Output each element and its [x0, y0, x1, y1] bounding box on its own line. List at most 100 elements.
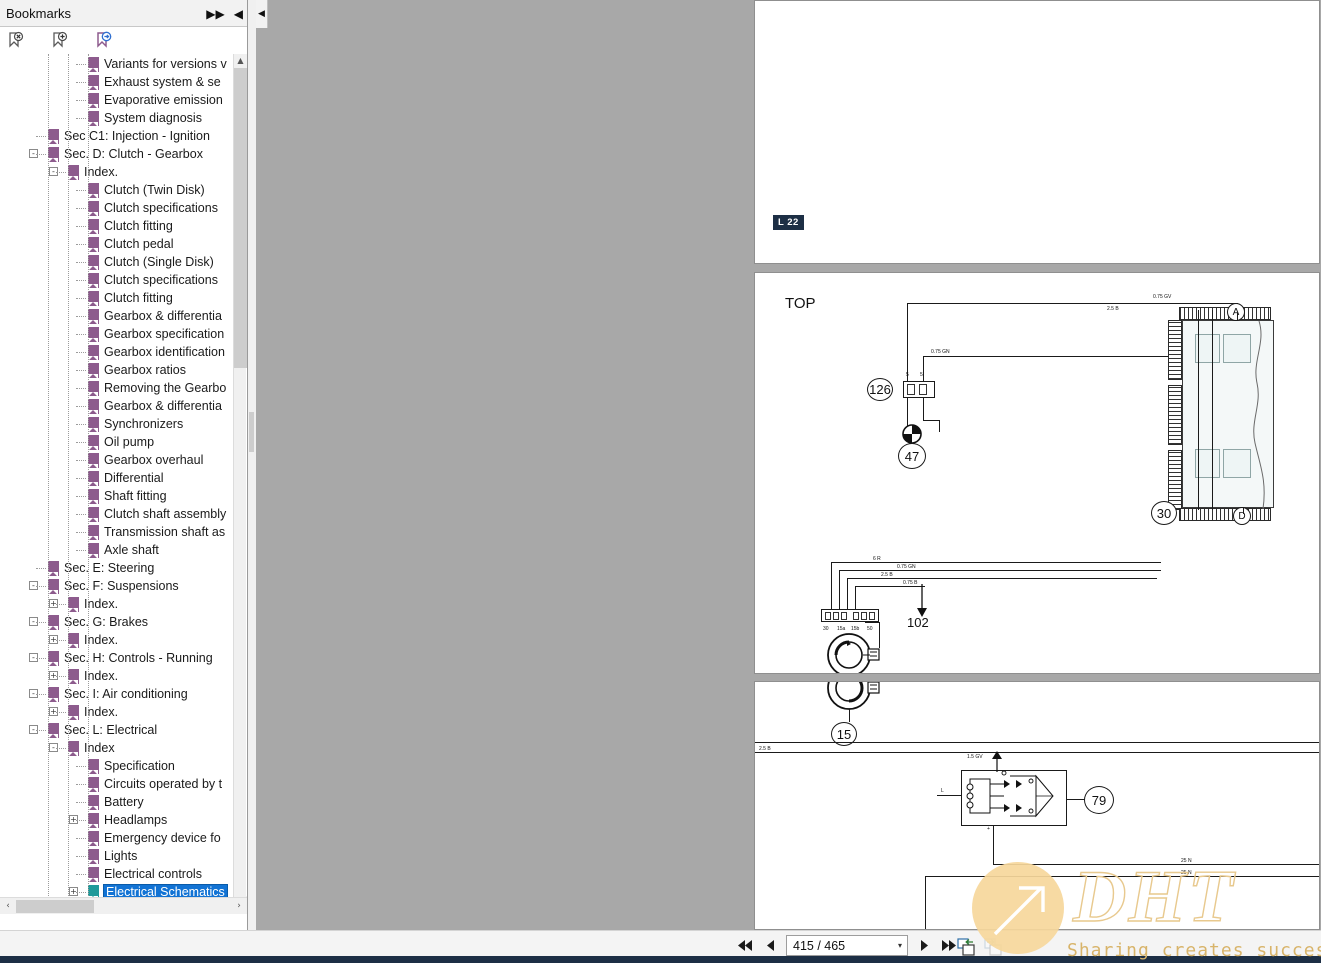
goto-bookmark-icon[interactable]	[94, 30, 114, 50]
previous-view-icon[interactable]	[957, 938, 976, 956]
bookmark-tree-item[interactable]: Transmission shaft as	[0, 523, 234, 541]
panel-splitter[interactable]	[248, 0, 256, 930]
chevron-down-icon[interactable]: ▾	[898, 941, 902, 950]
last-page-button[interactable]	[940, 936, 958, 956]
bookmark-tree-item[interactable]: Gearbox specification	[0, 325, 234, 343]
bookmark-tree-item[interactable]: Shaft fitting	[0, 487, 234, 505]
scroll-right-icon[interactable]: ›	[231, 898, 247, 915]
tree-connector-line	[76, 820, 86, 821]
bookmark-tree-item[interactable]: Electrical controls	[0, 865, 234, 883]
bookmark-tree-item[interactable]: Gearbox overhaul	[0, 451, 234, 469]
tree-connector-line	[36, 586, 46, 587]
wire-label: 0.75 GN	[931, 349, 950, 355]
scroll-up-icon[interactable]: ▲	[234, 54, 247, 68]
bookmark-tree-item[interactable]: + Index.	[0, 703, 234, 721]
bookmark-item-label: Evaporative emission	[104, 93, 223, 107]
bookmark-tree-item[interactable]: - Sec. D: Clutch - Gearbox	[0, 145, 234, 163]
bookmark-tree-item[interactable]: - Sec. H: Controls - Running	[0, 649, 234, 667]
page-number-combobox[interactable]: 415 / 465 ▾	[786, 935, 908, 956]
bookmark-tree-item[interactable]: Lights	[0, 847, 234, 865]
tree-guide-line	[88, 54, 89, 910]
vertical-scroll-thumb[interactable]	[234, 68, 247, 368]
bookmark-tree-item[interactable]: Clutch fitting	[0, 217, 234, 235]
wire-segment	[1237, 313, 1238, 320]
bookmark-tree-item[interactable]: Variants for versions v	[0, 55, 234, 73]
bookmark-tree-item[interactable]: Axle shaft	[0, 541, 234, 559]
wire-label: 25 N	[1181, 870, 1192, 876]
bookmark-tree-item[interactable]: Removing the Gearbo	[0, 379, 234, 397]
bookmark-flag-icon	[48, 147, 59, 163]
scroll-left-icon[interactable]: ‹	[0, 898, 16, 915]
bookmark-item-label: Circuits operated by t	[104, 777, 223, 791]
bookmark-item-label: Transmission shaft as	[104, 525, 226, 539]
tree-connector-line	[76, 370, 86, 371]
wire-segment	[755, 742, 1319, 743]
delete-bookmark-icon[interactable]	[6, 30, 26, 50]
collapse-panel-icon[interactable]: ◀	[234, 8, 243, 20]
status-strip	[0, 956, 1321, 963]
wire-segment	[923, 356, 1169, 357]
bookmark-tree-item[interactable]: Sec. E: Steering	[0, 559, 234, 577]
bookmark-tree-item[interactable]: + Headlamps	[0, 811, 234, 829]
tree-connector-line	[76, 532, 86, 533]
bookmark-flag-icon	[88, 417, 99, 433]
bookmark-tree-item[interactable]: Evaporative emission	[0, 91, 234, 109]
bookmark-tree-item[interactable]: System diagnosis	[0, 109, 234, 127]
bookmark-tree-item[interactable]: - Index.	[0, 163, 234, 181]
document-page-previous: L 22	[754, 0, 1320, 264]
bookmark-tree-item[interactable]: Clutch specifications	[0, 199, 234, 217]
wire-segment	[925, 876, 1319, 877]
bookmark-tree-item[interactable]: Clutch pedal	[0, 235, 234, 253]
bookmark-tree-item[interactable]: - Sec. F: Suspensions	[0, 577, 234, 595]
connector-126	[903, 381, 935, 398]
bookmark-tree-item[interactable]: Differential	[0, 469, 234, 487]
document-viewer[interactable]: ◀ L 22 TOP 0.75 GN 0.75 GV 2.5 B 126 5 5…	[256, 0, 1321, 930]
bookmark-tree-item[interactable]: - Sec. L: Electrical	[0, 721, 234, 739]
bookmark-tree-item[interactable]: + Index.	[0, 631, 234, 649]
bookmark-tree-item[interactable]: Clutch (Twin Disk)	[0, 181, 234, 199]
bookmark-flag-icon	[88, 813, 99, 829]
bookmark-tree-item[interactable]: Clutch shaft assembly	[0, 505, 234, 523]
expand-panel-icon[interactable]: ▶▶	[206, 8, 224, 20]
bookmark-tree-item[interactable]: Gearbox & differentia	[0, 397, 234, 415]
first-page-button[interactable]	[736, 936, 754, 956]
bookmarks-vertical-scrollbar[interactable]: ▲ ▼	[233, 54, 247, 910]
bookmark-tree-item[interactable]: Battery	[0, 793, 234, 811]
bookmark-item-label: Clutch fitting	[104, 219, 173, 233]
last-page-icon	[942, 940, 956, 951]
splitter-grip[interactable]	[249, 412, 254, 452]
bookmarks-tree-scroll-area[interactable]: Variants for versions v Exhaust system & …	[0, 54, 247, 910]
bookmark-tree-item[interactable]: + Index.	[0, 667, 234, 685]
bookmark-tree-item[interactable]: Oil pump	[0, 433, 234, 451]
bookmark-tree-item[interactable]: Gearbox ratios	[0, 361, 234, 379]
bookmark-tree-item[interactable]: - Sec. I: Air conditioning	[0, 685, 234, 703]
bookmark-tree-item[interactable]: Synchronizers	[0, 415, 234, 433]
bookmark-item-label: Sec. G: Brakes	[64, 615, 149, 629]
ecu-connector-strip	[1168, 385, 1182, 445]
bookmark-tree-item[interactable]: Clutch specifications	[0, 271, 234, 289]
battery-positive-arrow	[992, 751, 1002, 772]
next-page-button[interactable]	[915, 936, 933, 956]
bookmarks-horizontal-scrollbar[interactable]: ‹ ›	[0, 897, 247, 914]
bookmark-tree-item[interactable]: + Index.	[0, 595, 234, 613]
bookmark-tree-item[interactable]: Exhaust system & se	[0, 73, 234, 91]
bookmark-tree-item[interactable]: Specification	[0, 757, 234, 775]
bookmark-tree-item[interactable]: Circuits operated by t	[0, 775, 234, 793]
bookmark-tree-item[interactable]: - Index	[0, 739, 234, 757]
bookmark-flag-icon	[88, 111, 99, 127]
component-callout-79: 79	[1084, 786, 1114, 814]
tree-connector-line	[76, 478, 86, 479]
bookmark-tree-item[interactable]: Emergency device fo	[0, 829, 234, 847]
viewer-collapse-tab[interactable]: ◀	[256, 0, 268, 28]
bookmark-tree-item[interactable]: Clutch (Single Disk)	[0, 253, 234, 271]
bookmark-tree-item[interactable]: Clutch fitting	[0, 289, 234, 307]
bookmark-tree-item[interactable]: Sec C1: Injection - Ignition	[0, 127, 234, 145]
previous-page-button[interactable]	[761, 936, 779, 956]
bookmark-tree-item[interactable]: Gearbox identification	[0, 343, 234, 361]
bookmarks-tree: Variants for versions v Exhaust system & …	[0, 54, 234, 910]
bookmark-item-label: Clutch specifications	[104, 273, 218, 287]
bookmark-tree-item[interactable]: Gearbox & differentia	[0, 307, 234, 325]
new-bookmark-icon[interactable]	[50, 30, 70, 50]
bookmark-tree-item[interactable]: - Sec. G: Brakes	[0, 613, 234, 631]
horizontal-scroll-thumb[interactable]	[16, 899, 94, 913]
